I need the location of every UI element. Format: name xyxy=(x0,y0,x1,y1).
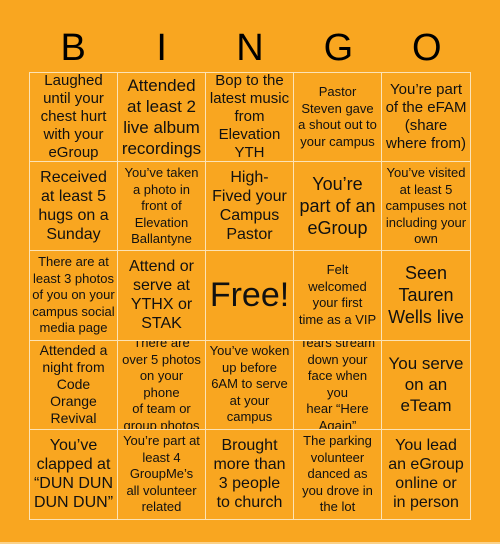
cell-text: There are over 5 photos on your phone of… xyxy=(122,340,201,430)
cell-text: Felt welcomed your first time as a VIP xyxy=(298,262,377,327)
bingo-cell[interactable]: Felt welcomed your first time as a VIP xyxy=(294,251,382,341)
bingo-cell[interactable]: You’ve woken up before 6AM to serve at y… xyxy=(206,340,294,430)
free-space-text: Free! xyxy=(209,276,290,315)
cell-text: You lead an eGroup online or in person xyxy=(388,437,464,512)
header-letter-b: B xyxy=(60,27,86,69)
cell-text: Bop to the latest music from Elevation Y… xyxy=(209,73,290,162)
cell-text: Attended a night from Code Orange Reviva… xyxy=(39,342,108,427)
cell-text: Laughed until your chest hurt with your … xyxy=(40,73,107,162)
cell-text: You’re part of an eGroup xyxy=(299,174,376,239)
cell-text: You’re part at least 4 GroupMe’s all vol… xyxy=(123,433,200,515)
bingo-cell[interactable]: Received at least 5 hugs on a Sunday xyxy=(30,162,118,252)
bingo-cell[interactable]: Tears stream down your face when you hea… xyxy=(294,340,382,430)
header-letter-i: I xyxy=(156,27,167,69)
cell-text: Pastor Steven gave a shout out to your c… xyxy=(298,84,377,149)
cell-text: You’ve woken up before 6AM to serve at y… xyxy=(209,343,290,425)
bingo-cell[interactable]: You’ve taken a photo in front of Elevati… xyxy=(118,162,206,252)
cell-text: You serve on an eTeam xyxy=(388,354,464,416)
header-letter-g: G xyxy=(323,27,354,69)
cell-text: The parking volunteer danced as you drov… xyxy=(302,433,373,515)
bingo-cell[interactable]: There are over 5 photos on your phone of… xyxy=(118,340,206,430)
cell-text: Attended at least 2 live album recording… xyxy=(121,76,202,159)
cell-text: You’ve clapped at “DUN DUN DUN DUN” xyxy=(33,437,114,512)
cell-text: Tears stream down your face when you hea… xyxy=(299,340,376,430)
bingo-cell[interactable]: You’re part of the eFAM (share where fro… xyxy=(382,73,470,163)
bingo-card-grid: Laughed until your chest hurt with your … xyxy=(29,72,471,520)
cell-text: Received at least 5 hugs on a Sunday xyxy=(38,169,109,244)
header-letter-n: N xyxy=(236,27,264,69)
free-space-cell[interactable]: Free! xyxy=(206,251,294,341)
bingo-cell[interactable]: Attended at least 2 live album recording… xyxy=(118,73,206,163)
header-letter-o: O xyxy=(412,27,442,69)
bingo-cell[interactable]: Seen Tauren Wells live xyxy=(382,251,470,341)
bingo-cell[interactable]: Pastor Steven gave a shout out to your c… xyxy=(294,73,382,163)
bingo-cell[interactable]: You’ve visited at least 5 campuses not i… xyxy=(382,162,470,252)
cell-text: Seen Tauren Wells live xyxy=(388,263,464,328)
bingo-cell[interactable]: Laughed until your chest hurt with your … xyxy=(30,73,118,163)
bingo-cell[interactable]: You serve on an eTeam xyxy=(382,341,470,430)
cell-text: You’ve visited at least 5 campuses not i… xyxy=(385,165,467,247)
bingo-cell[interactable]: Bop to the latest music from Elevation Y… xyxy=(206,73,294,163)
cell-text: You’re part of the eFAM (share where fro… xyxy=(385,81,467,153)
cell-text: There are at least 3 photos of you on yo… xyxy=(32,254,115,336)
bingo-cell[interactable]: Attended a night from Code Orange Reviva… xyxy=(30,340,118,430)
bingo-cell[interactable]: Brought more than 3 people to church xyxy=(206,429,294,519)
bingo-cell[interactable]: You lead an eGroup online or in person xyxy=(382,430,470,519)
bingo-cell[interactable]: You’re part at least 4 GroupMe’s all vol… xyxy=(118,429,206,519)
bingo-cell[interactable]: You’re part of an eGroup xyxy=(294,162,382,252)
bingo-cell[interactable]: You’ve clapped at “DUN DUN DUN DUN” xyxy=(30,429,118,519)
bingo-header: B I N G O xyxy=(29,28,471,68)
cell-text: You’ve taken a photo in front of Elevati… xyxy=(124,165,199,247)
cell-text: High- Fived your Campus Pastor xyxy=(212,169,287,244)
bingo-cell[interactable]: Attend or serve at YTHX or STAK xyxy=(118,251,206,341)
cell-text: Attend or serve at YTHX or STAK xyxy=(129,258,194,333)
bingo-cell[interactable]: High- Fived your Campus Pastor xyxy=(206,162,294,252)
bingo-cell[interactable]: The parking volunteer danced as you drov… xyxy=(294,429,382,519)
cell-text: Brought more than 3 people to church xyxy=(213,437,286,512)
bingo-cell[interactable]: There are at least 3 photos of you on yo… xyxy=(30,251,118,341)
